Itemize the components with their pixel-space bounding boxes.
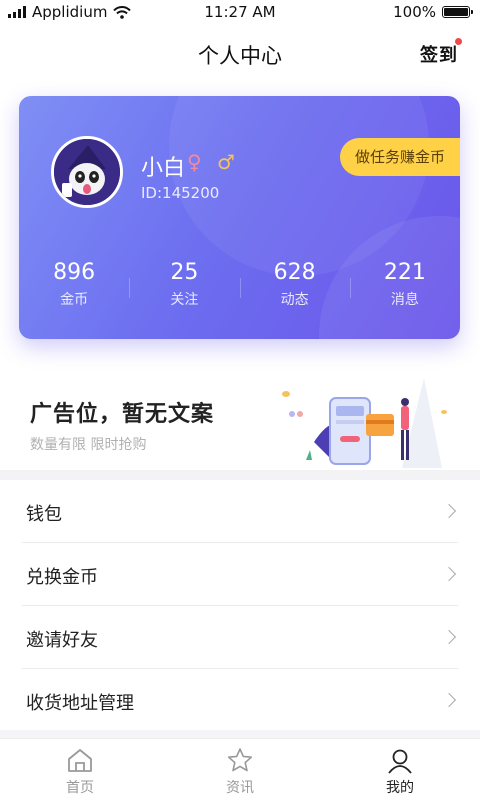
avatar-image (54, 139, 120, 205)
earn-coins-button[interactable]: 做任务赚金币 (340, 138, 460, 176)
user-icon (388, 749, 412, 774)
chevron-right-icon (441, 566, 457, 582)
tab-home[interactable]: 首页 (0, 739, 160, 801)
stat-value: 221 (383, 260, 426, 285)
menu-item-wallet[interactable]: 钱包 (22, 480, 458, 543)
stat-label: 消息 (390, 292, 419, 308)
tab-news[interactable]: 资讯 (160, 739, 320, 801)
chevron-right-icon (441, 503, 457, 519)
menu-list: 钱包 兑换金币 邀请好友 收货地址管理 (0, 480, 480, 731)
nickname: 小白 (141, 156, 186, 181)
section-divider (0, 470, 480, 480)
stat-following[interactable]: 25 关注 (129, 260, 239, 320)
tab-label: 我的 (386, 780, 414, 796)
tab-bar: 首页 资讯 我的 (0, 738, 480, 801)
nav-bar: 个人中心 签到 (0, 24, 480, 84)
user-id: ID:145200 (141, 184, 220, 202)
section-divider (0, 730, 480, 738)
checkin-button[interactable]: 签到 (420, 41, 458, 67)
stats-row: 896 金币 25 关注 628 动态 221 消息 (19, 260, 460, 320)
tab-label: 资讯 (226, 780, 254, 796)
stat-value: 25 (170, 260, 199, 285)
notification-dot (455, 38, 462, 45)
tab-mine[interactable]: 我的 (320, 739, 480, 801)
battery-icon (442, 6, 473, 18)
battery-percent: 100% (393, 3, 436, 21)
ad-title: 广告位，暂无文案 (30, 402, 215, 427)
stat-value: 628 (273, 260, 316, 285)
menu-label: 邀请好友 (26, 630, 98, 651)
menu-item-invite-friends[interactable]: 邀请好友 (22, 606, 458, 669)
ad-banner[interactable]: 广告位，暂无文案 数量有限 限时抢购 (0, 362, 480, 472)
stat-label: 动态 (280, 292, 309, 308)
menu-label: 收货地址管理 (26, 693, 134, 714)
menu-item-exchange-coins[interactable]: 兑换金币 (22, 543, 458, 606)
stat-label: 关注 (170, 292, 199, 308)
star-icon (227, 748, 253, 772)
page-title: 个人中心 (198, 44, 282, 68)
status-bar: Applidium 11:27 AM 100% (0, 0, 480, 24)
menu-label: 兑换金币 (26, 567, 98, 588)
stat-label: 金币 (60, 292, 89, 308)
stat-coins[interactable]: 896 金币 (19, 260, 129, 320)
tab-label: 首页 (66, 780, 94, 796)
home-icon (68, 749, 92, 772)
male-icon: ♂ (217, 150, 235, 174)
chevron-right-icon (441, 692, 457, 708)
female-icon: ♀ (187, 150, 202, 174)
profile-card: 小白 ♀ ♂ ID:145200 做任务赚金币 896 金币 25 关注 628… (19, 96, 460, 339)
stat-posts[interactable]: 628 动态 (239, 260, 350, 320)
stat-messages[interactable]: 221 消息 (349, 260, 460, 320)
avatar[interactable] (51, 136, 123, 208)
menu-item-address[interactable]: 收货地址管理 (22, 669, 458, 731)
stat-value: 896 (53, 260, 96, 285)
ad-subtitle: 数量有限 限时抢购 (30, 437, 147, 453)
ad-illustration (282, 378, 447, 468)
chevron-right-icon (441, 629, 457, 645)
menu-label: 钱包 (26, 504, 62, 525)
